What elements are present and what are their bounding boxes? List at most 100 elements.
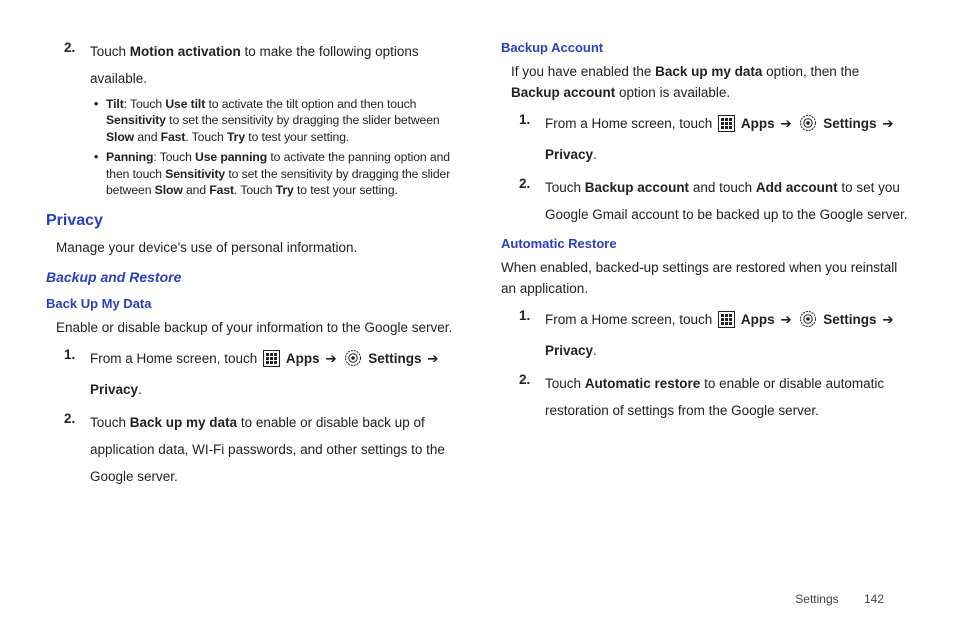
arrow: ➔ xyxy=(325,351,336,366)
step-number: 1. xyxy=(519,306,545,364)
bullet-mark: • xyxy=(94,96,106,145)
page-footer: Settings 142 xyxy=(795,592,884,606)
columns: 2. Touch Motion activation to make the f… xyxy=(46,32,908,494)
ar-step-2: 2. Touch Automatic restore to enable or … xyxy=(519,370,908,424)
ar-step-1: 1. From a Home screen, touch Apps ➔ Sett… xyxy=(519,306,908,364)
b: Slow xyxy=(106,130,134,144)
settings-icon xyxy=(799,114,817,141)
backup-step-1: 1. From a Home screen, touch Apps ➔ Sett… xyxy=(64,345,453,403)
apps-icon xyxy=(263,349,280,376)
t: Touch xyxy=(545,376,585,391)
heading-automatic-restore: Automatic Restore xyxy=(501,234,908,254)
b: Fast xyxy=(209,183,234,197)
t: Touch xyxy=(545,180,585,195)
t: to test your setting. xyxy=(294,183,398,197)
apps-label: Apps xyxy=(286,351,320,366)
heading-privacy: Privacy xyxy=(46,209,453,234)
heading-backup-account: Backup Account xyxy=(501,38,908,58)
apps-label: Apps xyxy=(741,312,775,327)
t: : Touch xyxy=(153,150,195,164)
b: Use tilt xyxy=(165,97,205,111)
privacy-label: Privacy xyxy=(545,147,593,162)
t: option is available. xyxy=(615,85,730,100)
dot: . xyxy=(593,147,597,162)
bullet-text: Panning: Touch Use panning to activate t… xyxy=(106,149,453,198)
dot: . xyxy=(593,343,597,358)
backup-mydata-desc: Enable or disable backup of your informa… xyxy=(56,318,453,339)
motion-step-2: 2. Touch Motion activation to make the f… xyxy=(64,38,453,92)
label: Panning xyxy=(106,150,153,164)
t: and touch xyxy=(689,180,756,195)
t: Touch xyxy=(90,415,130,430)
bullet-mark: • xyxy=(94,149,106,198)
text: Touch xyxy=(90,44,130,59)
b: Backup account xyxy=(585,180,689,195)
right-column: Backup Account If you have enabled the B… xyxy=(501,32,908,494)
step-number: 2. xyxy=(519,174,545,228)
step-text: Touch Back up my data to enable or disab… xyxy=(90,409,453,490)
t: From a Home screen, touch xyxy=(90,351,261,366)
label: Tilt xyxy=(106,97,124,111)
arrow: ➔ xyxy=(882,312,893,327)
apps-icon xyxy=(718,310,735,337)
apps-icon xyxy=(718,114,735,141)
b: Back up my data xyxy=(130,415,237,430)
ba-step-2: 2. Touch Backup account and touch Add ac… xyxy=(519,174,908,228)
settings-label: Settings xyxy=(823,116,876,131)
step-number: 1. xyxy=(64,345,90,403)
t: to set the sensitivity by dragging the s… xyxy=(166,113,440,127)
t: If you have enabled the xyxy=(511,64,655,79)
t: and xyxy=(134,130,161,144)
ba-step-1: 1. From a Home screen, touch Apps ➔ Sett… xyxy=(519,110,908,168)
bullet-panning: • Panning: Touch Use panning to activate… xyxy=(94,149,453,198)
step-number: 2. xyxy=(519,370,545,424)
step-text: Touch Automatic restore to enable or dis… xyxy=(545,370,908,424)
b: Automatic restore xyxy=(585,376,701,391)
b: Fast xyxy=(161,130,186,144)
privacy-desc: Manage your device's use of personal inf… xyxy=(56,238,453,259)
b: Add account xyxy=(756,180,838,195)
t: From a Home screen, touch xyxy=(545,116,716,131)
b: Sensitivity xyxy=(106,113,166,127)
footer-section: Settings xyxy=(795,592,838,606)
t: and xyxy=(183,183,210,197)
left-column: 2. Touch Motion activation to make the f… xyxy=(46,32,453,494)
step-text: From a Home screen, touch Apps ➔ Setting… xyxy=(545,306,908,364)
b: Try xyxy=(227,130,245,144)
b: Try xyxy=(276,183,294,197)
t: to test your setting. xyxy=(245,130,349,144)
bullet-text: Tilt: Touch Use tilt to activate the til… xyxy=(106,96,453,145)
step-number: 2. xyxy=(64,409,90,490)
b: Back up my data xyxy=(655,64,762,79)
privacy-label: Privacy xyxy=(545,343,593,358)
page-number: 142 xyxy=(864,592,884,606)
settings-label: Settings xyxy=(368,351,421,366)
t: . Touch xyxy=(185,130,227,144)
step-number: 2. xyxy=(64,38,90,92)
b: Slow xyxy=(155,183,183,197)
step-number: 1. xyxy=(519,110,545,168)
step-text: From a Home screen, touch Apps ➔ Setting… xyxy=(545,110,908,168)
t: . Touch xyxy=(234,183,276,197)
heading-backup-restore: Backup and Restore xyxy=(46,267,453,289)
step-text: Touch Backup account and touch Add accou… xyxy=(545,174,908,228)
arrow: ➔ xyxy=(882,116,893,131)
privacy-label: Privacy xyxy=(90,382,138,397)
bullet-tilt: • Tilt: Touch Use tilt to activate the t… xyxy=(94,96,453,145)
apps-label: Apps xyxy=(741,116,775,131)
b: Backup account xyxy=(511,85,615,100)
arrow: ➔ xyxy=(780,116,791,131)
arrow: ➔ xyxy=(780,312,791,327)
b: Use panning xyxy=(195,150,267,164)
heading-backup-mydata: Back Up My Data xyxy=(46,294,453,314)
t: From a Home screen, touch xyxy=(545,312,716,327)
t: to activate the tilt option and then tou… xyxy=(205,97,416,111)
b: Sensitivity xyxy=(165,167,225,181)
step-text: Touch Motion activation to make the foll… xyxy=(90,38,453,92)
backup-account-desc: If you have enabled the Back up my data … xyxy=(511,62,908,104)
bold: Motion activation xyxy=(130,44,241,59)
dot: . xyxy=(138,382,142,397)
settings-icon xyxy=(344,349,362,376)
arrow: ➔ xyxy=(427,351,438,366)
settings-icon xyxy=(799,310,817,337)
